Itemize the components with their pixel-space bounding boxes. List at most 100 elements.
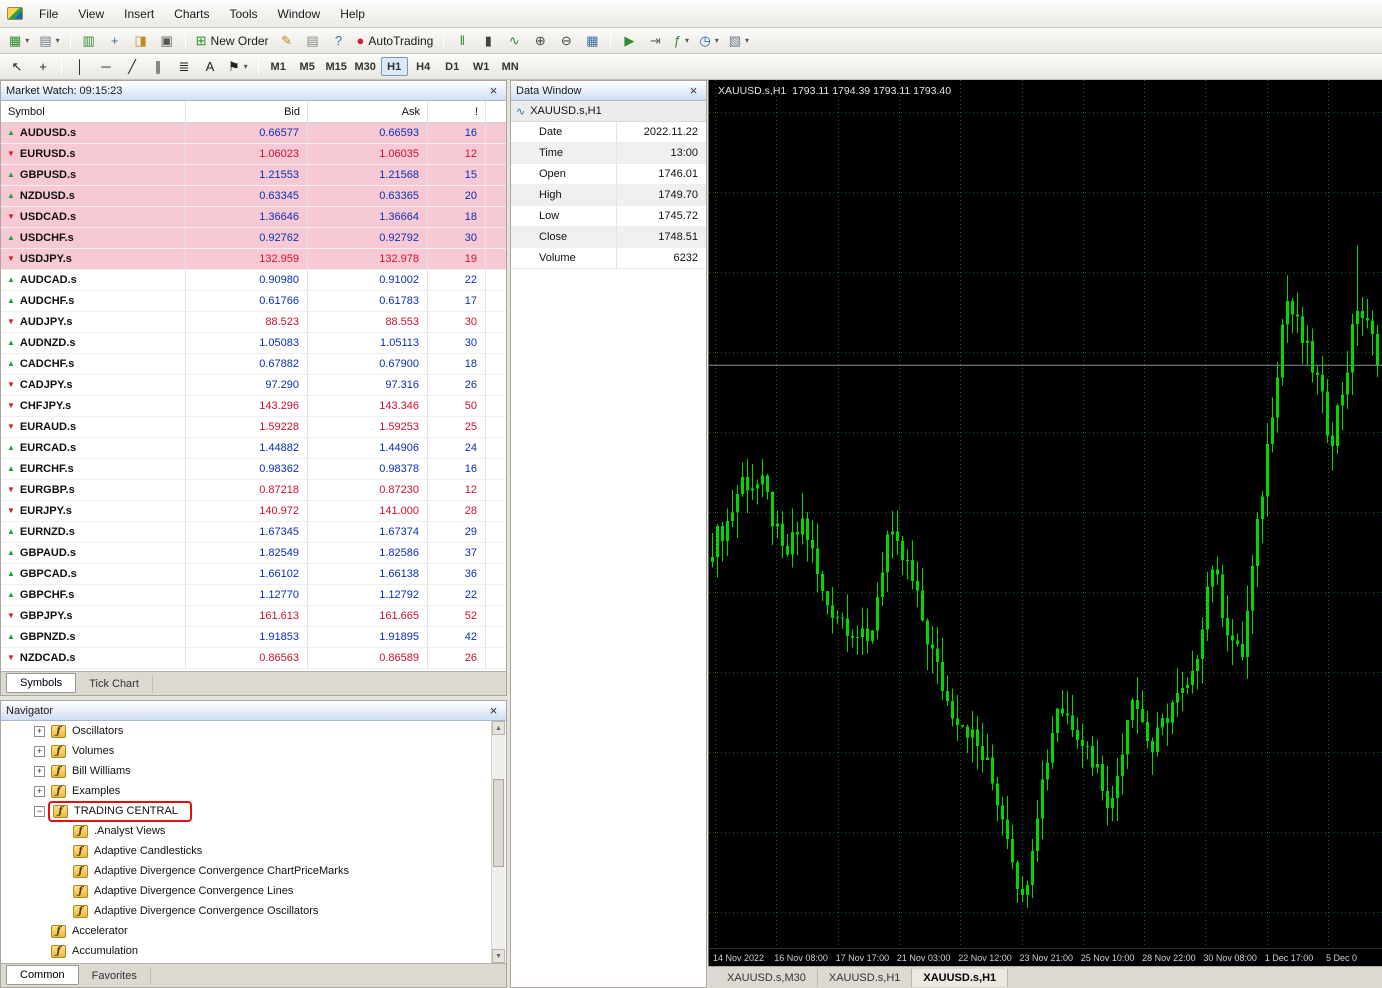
zoom-out-button[interactable]: ⊖ [554, 30, 578, 52]
indicators-list-button[interactable]: ƒ▾ [669, 30, 693, 52]
text-tool-button[interactable]: A [198, 56, 222, 78]
timeframe-m15[interactable]: M15 [323, 57, 350, 76]
market-watch-row-eurcad-s[interactable]: ▲EURCAD.s1.448821.4490624 [1, 438, 506, 459]
market-watch-toggle-button[interactable]: ▥ [77, 30, 101, 52]
navigator-tab-favorites[interactable]: Favorites [79, 967, 151, 985]
navigator-item-examples[interactable]: +ƒExamples [1, 781, 506, 801]
line-chart-mode-button[interactable]: ∿ [502, 30, 526, 52]
trendline-tool-button[interactable]: ╱ [120, 56, 144, 78]
timeframe-d1[interactable]: D1 [439, 57, 466, 76]
navigator-item-volumes[interactable]: +ƒVolumes [1, 741, 506, 761]
navigator-tab-common[interactable]: Common [6, 965, 79, 985]
zoom-in-button[interactable]: ⊕ [528, 30, 552, 52]
market-watch-row-audchf-s[interactable]: ▲AUDCHF.s0.617660.6178317 [1, 291, 506, 312]
terminal-toggle-button[interactable]: ▣ [155, 30, 179, 52]
timeframe-w1[interactable]: W1 [468, 57, 495, 76]
expander-plus-icon[interactable]: + [34, 786, 45, 797]
menu-insert[interactable]: Insert [114, 3, 164, 25]
market-watch-row-gbpusd-s[interactable]: ▲GBPUSD.s1.215531.2156815 [1, 165, 506, 186]
market-watch-row-cadjpy-s[interactable]: ▼CADJPY.s97.29097.31626 [1, 375, 506, 396]
navigator-item-adaptive-divergence-convergence-lines[interactable]: ƒAdaptive Divergence Convergence Lines [1, 881, 506, 901]
timeframe-m1[interactable]: M1 [265, 57, 292, 76]
column-header-spread[interactable]: ! [428, 101, 486, 122]
column-header-ask[interactable]: Ask [308, 101, 428, 122]
timeframe-m5[interactable]: M5 [294, 57, 321, 76]
channel-tool-button[interactable]: ∥ [146, 56, 170, 78]
menu-tools[interactable]: Tools [220, 3, 268, 25]
market-watch-row-gbpchf-s[interactable]: ▲GBPCHF.s1.127701.1279222 [1, 585, 506, 606]
market-watch-row-usdjpy-s[interactable]: ▼USDJPY.s132.959132.97819 [1, 249, 506, 270]
expander-plus-icon[interactable]: + [34, 766, 45, 777]
navigator-item-bill-williams[interactable]: +ƒBill Williams [1, 761, 506, 781]
column-header-bid[interactable]: Bid [186, 101, 308, 122]
market-watch-row-audjpy-s[interactable]: ▼AUDJPY.s88.52388.55330 [1, 312, 506, 333]
metaeditor-button[interactable]: ✎ [275, 30, 299, 52]
new-chart-button[interactable]: ▦▾ [5, 30, 33, 52]
market-watch-tab-tick-chart[interactable]: Tick Chart [76, 675, 153, 693]
timeframe-h4[interactable]: H4 [410, 57, 437, 76]
market-watch-row-gbpaud-s[interactable]: ▲GBPAUD.s1.825491.8258637 [1, 543, 506, 564]
market-watch-row-audnzd-s[interactable]: ▲AUDNZD.s1.050831.0511330 [1, 333, 506, 354]
expander-minus-icon[interactable]: − [34, 806, 45, 817]
chart-tab-xauusd-s-h1[interactable]: XAUUSD.s,H1 [818, 969, 913, 987]
market-watch-titlebar[interactable]: Market Watch: 09:15:23 × [1, 81, 506, 101]
arrows-tool-button[interactable]: ⚑▾ [224, 56, 252, 78]
market-watch-row-eurnzd-s[interactable]: ▲EURNZD.s1.673451.6737429 [1, 522, 506, 543]
market-watch-row-cadchf-s[interactable]: ▲CADCHF.s0.678820.6790018 [1, 354, 506, 375]
navigator-item-accelerator[interactable]: ƒAccelerator [1, 921, 506, 941]
market-watch-tab-symbols[interactable]: Symbols [6, 673, 76, 693]
bar-chart-mode-button[interactable]: ‖ [450, 30, 474, 52]
market-watch-row-euraud-s[interactable]: ▼EURAUD.s1.592281.5925325 [1, 417, 506, 438]
market-watch-close-icon[interactable]: × [486, 83, 501, 98]
navigator-item-accumulation[interactable]: ƒAccumulation [1, 941, 506, 961]
market-watch-row-audcad-s[interactable]: ▲AUDCAD.s0.909800.9100222 [1, 270, 506, 291]
navigator-item-adaptive-divergence-convergence-oscillators[interactable]: ƒAdaptive Divergence Convergence Oscilla… [1, 901, 506, 921]
horizontal-line-tool-button[interactable]: ─ [94, 56, 118, 78]
print-button[interactable]: ▤ [301, 30, 325, 52]
market-watch-row-gbpcad-s[interactable]: ▲GBPCAD.s1.661021.6613836 [1, 564, 506, 585]
fibonacci-tool-button[interactable]: ≣ [172, 56, 196, 78]
data-window-close-icon[interactable]: × [686, 83, 701, 98]
navigator-close-icon[interactable]: × [486, 703, 501, 718]
chart-shift-button[interactable]: ⇥ [643, 30, 667, 52]
market-watch-row-eurusd-s[interactable]: ▼EURUSD.s1.060231.0603512 [1, 144, 506, 165]
menu-help[interactable]: Help [330, 3, 375, 25]
market-watch-row-nzdcad-s[interactable]: ▼NZDCAD.s0.865630.8658926 [1, 648, 506, 669]
expander-plus-icon[interactable]: + [34, 746, 45, 757]
scroll-up-icon[interactable]: ▲ [492, 721, 505, 735]
navigator-item-analyst-views[interactable]: ƒ.Analyst Views [1, 821, 506, 841]
market-watch-row-eurgbp-s[interactable]: ▼EURGBP.s0.872180.8723012 [1, 480, 506, 501]
menu-window[interactable]: Window [268, 3, 331, 25]
navigator-item-oscillators[interactable]: +ƒOscillators [1, 721, 506, 741]
market-watch-row-eurchf-s[interactable]: ▲EURCHF.s0.983620.9837816 [1, 459, 506, 480]
timeframe-mn[interactable]: MN [497, 57, 524, 76]
navigator-item-adaptive-candlesticks[interactable]: ƒAdaptive Candlesticks [1, 841, 506, 861]
expander-plus-icon[interactable]: + [34, 726, 45, 737]
data-window-titlebar[interactable]: Data Window × [511, 81, 706, 101]
timeframe-h1[interactable]: H1 [381, 57, 408, 76]
market-watch-row-chfjpy-s[interactable]: ▼CHFJPY.s143.296143.34650 [1, 396, 506, 417]
column-header-symbol[interactable]: Symbol [1, 101, 186, 122]
new-order-button[interactable]: ⊞New Order [192, 30, 273, 52]
scrollbar-thumb[interactable] [493, 779, 504, 867]
templates-button[interactable]: ▧▾ [725, 30, 753, 52]
chart-window[interactable]: XAUUSD.s,H1 1793.11 1794.39 1793.11 1793… [708, 80, 1382, 966]
chart-tab-xauusd-s-h1[interactable]: XAUUSD.s,H1 [912, 969, 1008, 987]
help-button[interactable]: ? [327, 30, 351, 52]
market-watch-row-audusd-s[interactable]: ▲AUDUSD.s0.665770.6659316 [1, 123, 506, 144]
chart-time-axis[interactable]: 14 Nov 202216 Nov 08:0017 Nov 17:0021 No… [709, 948, 1382, 966]
navigator-titlebar[interactable]: Navigator × [1, 701, 506, 721]
market-watch-row-usdchf-s[interactable]: ▲USDCHF.s0.927620.9279230 [1, 228, 506, 249]
navigator-item-trading-central[interactable]: −ƒTRADING CENTRAL [1, 801, 506, 821]
market-watch-row-usdcad-s[interactable]: ▼USDCAD.s1.366461.3666418 [1, 207, 506, 228]
market-watch-row-eurjpy-s[interactable]: ▼EURJPY.s140.972141.00028 [1, 501, 506, 522]
timeframe-m30[interactable]: M30 [352, 57, 379, 76]
candlestick-chart[interactable] [709, 80, 1382, 948]
data-window-toggle-button[interactable]: + [103, 30, 127, 52]
candlestick-mode-button[interactable]: ▮ [476, 30, 500, 52]
scroll-down-icon[interactable]: ▼ [492, 949, 505, 963]
auto-scroll-button[interactable]: ▶ [617, 30, 641, 52]
profiles-button[interactable]: ▤▾ [35, 30, 63, 52]
navigator-toggle-button[interactable]: ◨ [129, 30, 153, 52]
menu-file[interactable]: File [29, 3, 68, 25]
